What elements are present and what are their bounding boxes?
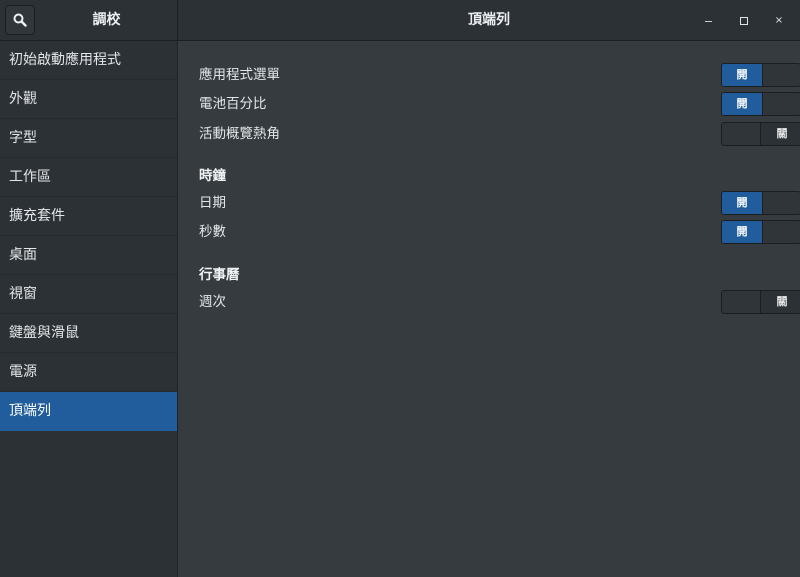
sidebar-item-keyboard-mouse[interactable]: 鍵盤與滑鼠 xyxy=(0,314,177,353)
sidebar-item-top-bar[interactable]: 頂端列 xyxy=(0,392,177,431)
switch-on-label: 開 xyxy=(722,64,762,86)
switch-slider xyxy=(762,93,800,115)
switch-off-label: 關 xyxy=(776,127,788,140)
switch-on-label: 開 xyxy=(722,221,762,243)
setting-label: 日期 xyxy=(199,195,226,211)
switch-on-label: 開 xyxy=(722,93,762,115)
maximize-button[interactable] xyxy=(734,11,754,31)
setting-label: 應用程式選單 xyxy=(199,67,280,83)
switch-slider xyxy=(722,291,761,313)
maximize-icon xyxy=(740,17,748,25)
battery-percentage-switch[interactable]: 開 xyxy=(721,92,800,116)
setting-row-week-numbers: 週次 關 xyxy=(199,290,800,314)
header-left: 調校 xyxy=(0,0,178,41)
sidebar-item-fonts[interactable]: 字型 xyxy=(0,119,177,158)
switch-slider xyxy=(762,64,800,86)
setting-row-battery-percentage: 電池百分比 開 xyxy=(199,92,800,116)
sidebar-item-appearance[interactable]: 外觀 xyxy=(0,80,177,119)
section-title-clock: 時鐘 xyxy=(199,168,226,184)
setting-label: 秒數 xyxy=(199,224,226,240)
switch-slider xyxy=(762,221,800,243)
switch-slider xyxy=(762,192,800,214)
setting-label: 電池百分比 xyxy=(199,96,267,112)
setting-row-date: 日期 開 xyxy=(199,191,800,215)
section-title-calendar: 行事曆 xyxy=(199,267,240,283)
header-bar: 調校 頂端列 × xyxy=(0,0,800,41)
switch-off-label: 關 xyxy=(776,295,788,308)
setting-label: 活動概覽熱角 xyxy=(199,126,280,142)
setting-row-activities-hot-corner: 活動概覽熱角 關 xyxy=(199,122,800,146)
close-icon: × xyxy=(774,15,784,26)
seconds-switch[interactable]: 開 xyxy=(721,220,800,244)
sidebar-item-desktop[interactable]: 桌面 xyxy=(0,236,177,275)
close-button[interactable]: × xyxy=(769,11,789,31)
sidebar-item-power[interactable]: 電源 xyxy=(0,353,177,392)
setting-row-application-menu: 應用程式選單 開 xyxy=(199,63,800,87)
sidebar-item-windows[interactable]: 視窗 xyxy=(0,275,177,314)
search-button[interactable] xyxy=(5,5,35,35)
sidebar-item-workspaces[interactable]: 工作區 xyxy=(0,158,177,197)
activities-hot-corner-switch[interactable]: 關 xyxy=(721,122,800,146)
minimize-icon xyxy=(704,21,712,22)
switch-on-label: 開 xyxy=(722,192,762,214)
settings-panel: 應用程式選單 開 電池百分比 開 活動概覽熱角 關 時鐘 日期 開 秒數 開 行… xyxy=(178,41,800,577)
application-menu-switch[interactable]: 開 xyxy=(721,63,800,87)
search-icon xyxy=(13,13,27,27)
date-switch[interactable]: 開 xyxy=(721,191,800,215)
tweaks-window: 調校 頂端列 × 初始啟動應用程式 外觀 字型 工作區 擴充套件 桌面 視窗 鍵… xyxy=(0,0,800,577)
app-title: 調校 xyxy=(92,12,121,28)
sidebar-item-extensions[interactable]: 擴充套件 xyxy=(0,197,177,236)
minimize-button[interactable] xyxy=(698,11,718,31)
sidebar-item-startup-applications[interactable]: 初始啟動應用程式 xyxy=(0,41,177,80)
setting-row-seconds: 秒數 開 xyxy=(199,220,800,244)
sidebar: 初始啟動應用程式 外觀 字型 工作區 擴充套件 桌面 視窗 鍵盤與滑鼠 電源 頂… xyxy=(0,41,178,577)
setting-label: 週次 xyxy=(199,294,226,310)
switch-slider xyxy=(722,123,761,145)
week-numbers-switch[interactable]: 關 xyxy=(721,290,800,314)
